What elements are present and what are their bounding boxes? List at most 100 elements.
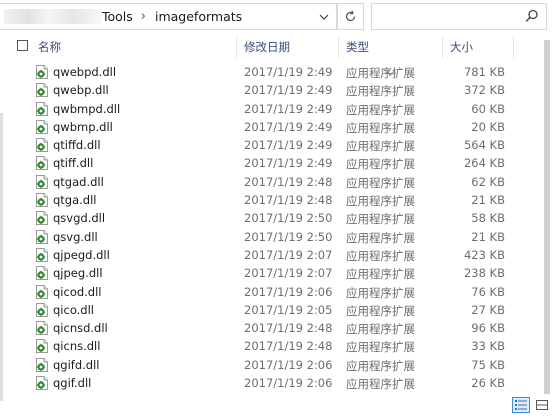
- file-modified-date: 2017/1/19 2:07: [244, 266, 333, 281]
- column-size-header[interactable]: 大小: [450, 39, 473, 55]
- blurred-path-segment: [4, 9, 102, 24]
- scrollbar-thumb[interactable]: [544, 40, 550, 394]
- file-type: 应用程序扩展: [346, 303, 415, 318]
- dll-file-icon: [36, 357, 48, 372]
- file-name: qico.dll: [53, 302, 94, 317]
- file-row[interactable]: qico.dll 2017/1/19 2:05 应用程序扩展 27 KB: [0, 301, 540, 319]
- file-row[interactable]: qtiffd.dll 2017/1/19 2:49 应用程序扩展 564 KB: [0, 136, 540, 154]
- large-icons-view-button[interactable]: [533, 397, 551, 413]
- search-input[interactable]: [372, 4, 534, 29]
- file-row[interactable]: qicod.dll 2017/1/19 2:06 应用程序扩展 76 KB: [0, 283, 540, 301]
- file-modified-date: 2017/1/19 2:06: [244, 376, 333, 391]
- dll-file-icon: [36, 211, 48, 226]
- address-toolbar: Tools › imageformats: [0, 0, 553, 36]
- file-modified-date: 2017/1/19 2:49: [244, 101, 333, 116]
- file-type: 应用程序扩展: [346, 66, 415, 80]
- column-divider[interactable]: [236, 36, 237, 58]
- address-bar[interactable]: Tools › imageformats: [0, 3, 337, 30]
- file-size: 33 KB: [471, 339, 505, 354]
- dll-file-icon: [36, 138, 48, 153]
- file-name: qgif.dll: [53, 376, 92, 391]
- file-name: qwebp.dll: [53, 83, 109, 98]
- address-history-dropdown[interactable]: [312, 4, 336, 29]
- file-modified-date: 2017/1/19 2:07: [244, 247, 333, 262]
- file-type: 应用程序扩展: [346, 175, 415, 190]
- file-modified-date: 2017/1/19 2:50: [244, 211, 333, 226]
- file-type: 应用程序扩展: [346, 322, 415, 337]
- file-name: qtiffd.dll: [53, 138, 101, 153]
- file-type: 应用程序扩展: [346, 157, 415, 172]
- file-size: 58 KB: [471, 211, 505, 226]
- file-row[interactable]: qwebp.dll 2017/1/19 2:49 应用程序扩展 372 KB: [0, 81, 540, 99]
- file-type: 应用程序扩展: [346, 285, 415, 300]
- file-name: qwbmp.dll: [53, 119, 113, 134]
- select-all-checkbox[interactable]: [17, 40, 28, 51]
- search-box[interactable]: [371, 3, 547, 30]
- file-name: qicnsd.dll: [53, 321, 108, 336]
- refresh-button[interactable]: [337, 3, 364, 30]
- vertical-scrollbar[interactable]: [541, 36, 553, 398]
- file-row[interactable]: qsvg.dll 2017/1/19 2:50 应用程序扩展 21 KB: [0, 228, 540, 246]
- column-type-header[interactable]: 类型: [346, 39, 369, 55]
- file-name: qicod.dll: [53, 284, 102, 299]
- breadcrumb-imageformats[interactable]: imageformats: [155, 9, 242, 24]
- breadcrumb-separator[interactable]: ›: [141, 9, 146, 24]
- file-row[interactable]: qicns.dll 2017/1/19 2:48 应用程序扩展 33 KB: [0, 337, 540, 355]
- dll-file-icon: [36, 174, 48, 189]
- column-divider[interactable]: [338, 36, 339, 58]
- file-row[interactable]: qgif.dll 2017/1/19 2:06 应用程序扩展 26 KB: [0, 374, 540, 392]
- details-view-icon: [515, 400, 527, 410]
- dll-file-icon: [36, 101, 48, 116]
- file-size: 60 KB: [471, 101, 505, 116]
- file-type: 应用程序扩展: [346, 230, 415, 245]
- file-size: 264 KB: [463, 156, 505, 171]
- file-type: 应用程序扩展: [346, 139, 415, 154]
- file-row[interactable]: qwbmp.dll 2017/1/19 2:49 应用程序扩展 20 KB: [0, 118, 540, 136]
- file-modified-date: 2017/1/19 2:48: [244, 321, 333, 336]
- dll-file-icon: [36, 339, 48, 354]
- dll-file-icon: [36, 156, 48, 171]
- column-divider[interactable]: [513, 36, 514, 58]
- file-row[interactable]: qjpeg.dll 2017/1/19 2:07 应用程序扩展 238 KB: [0, 264, 540, 282]
- dll-file-icon: [36, 83, 48, 98]
- file-row[interactable]: qwbmpd.dll 2017/1/19 2:49 应用程序扩展 60 KB: [0, 100, 540, 118]
- file-name: qjpeg.dll: [53, 266, 103, 281]
- file-row[interactable]: qicnsd.dll 2017/1/19 2:48 应用程序扩展 96 KB: [0, 319, 540, 337]
- file-row[interactable]: qgifd.dll 2017/1/19 2:06 应用程序扩展 75 KB: [0, 356, 540, 374]
- file-size: 423 KB: [463, 247, 505, 262]
- column-name-header[interactable]: 名称: [38, 39, 61, 55]
- file-row[interactable]: qwebpd.dll 2017/1/19 2:49 应用程序扩展 781 KB: [0, 63, 540, 81]
- dll-file-icon: [36, 321, 48, 336]
- details-view-button[interactable]: [512, 397, 530, 413]
- file-size: 781 KB: [463, 65, 505, 79]
- file-modified-date: 2017/1/19 2:49: [244, 156, 333, 171]
- column-date-header[interactable]: 修改日期: [244, 39, 290, 55]
- dll-file-icon: [36, 229, 48, 244]
- file-name: qgifd.dll: [53, 357, 100, 372]
- file-modified-date: 2017/1/19 2:48: [244, 339, 333, 354]
- file-modified-date: 2017/1/19 2:06: [244, 357, 333, 372]
- file-row[interactable]: qtiff.dll 2017/1/19 2:49 应用程序扩展 264 KB: [0, 154, 540, 172]
- file-row[interactable]: qtga.dll 2017/1/19 2:48 应用程序扩展 21 KB: [0, 191, 540, 209]
- file-size: 27 KB: [471, 302, 505, 317]
- file-modified-date: 2017/1/19 2:05: [244, 302, 333, 317]
- column-divider[interactable]: [442, 36, 443, 58]
- file-size: 21 KB: [471, 193, 505, 208]
- navigation-pane-edge: [0, 113, 3, 401]
- file-size: 372 KB: [463, 83, 505, 98]
- file-size: 238 KB: [463, 266, 505, 281]
- file-type: 应用程序扩展: [346, 194, 415, 209]
- file-modified-date: 2017/1/19 2:49: [244, 138, 333, 153]
- file-row[interactable]: qsvgd.dll 2017/1/19 2:50 应用程序扩展 58 KB: [0, 209, 540, 227]
- file-name: qtga.dll: [53, 193, 97, 208]
- breadcrumb-tools[interactable]: Tools: [102, 9, 133, 24]
- file-row[interactable]: qtgad.dll 2017/1/19 2:48 应用程序扩展 62 KB: [0, 173, 540, 191]
- file-modified-date: 2017/1/19 2:49: [244, 65, 333, 79]
- file-type: 应用程序扩展: [346, 212, 415, 227]
- file-size: 21 KB: [471, 229, 505, 244]
- file-name: qsvg.dll: [53, 229, 98, 244]
- file-row[interactable]: qjpegd.dll 2017/1/19 2:07 应用程序扩展 423 KB: [0, 246, 540, 264]
- search-icon[interactable]: [525, 9, 539, 23]
- file-type: 应用程序扩展: [346, 84, 415, 99]
- file-type: 应用程序扩展: [346, 340, 415, 355]
